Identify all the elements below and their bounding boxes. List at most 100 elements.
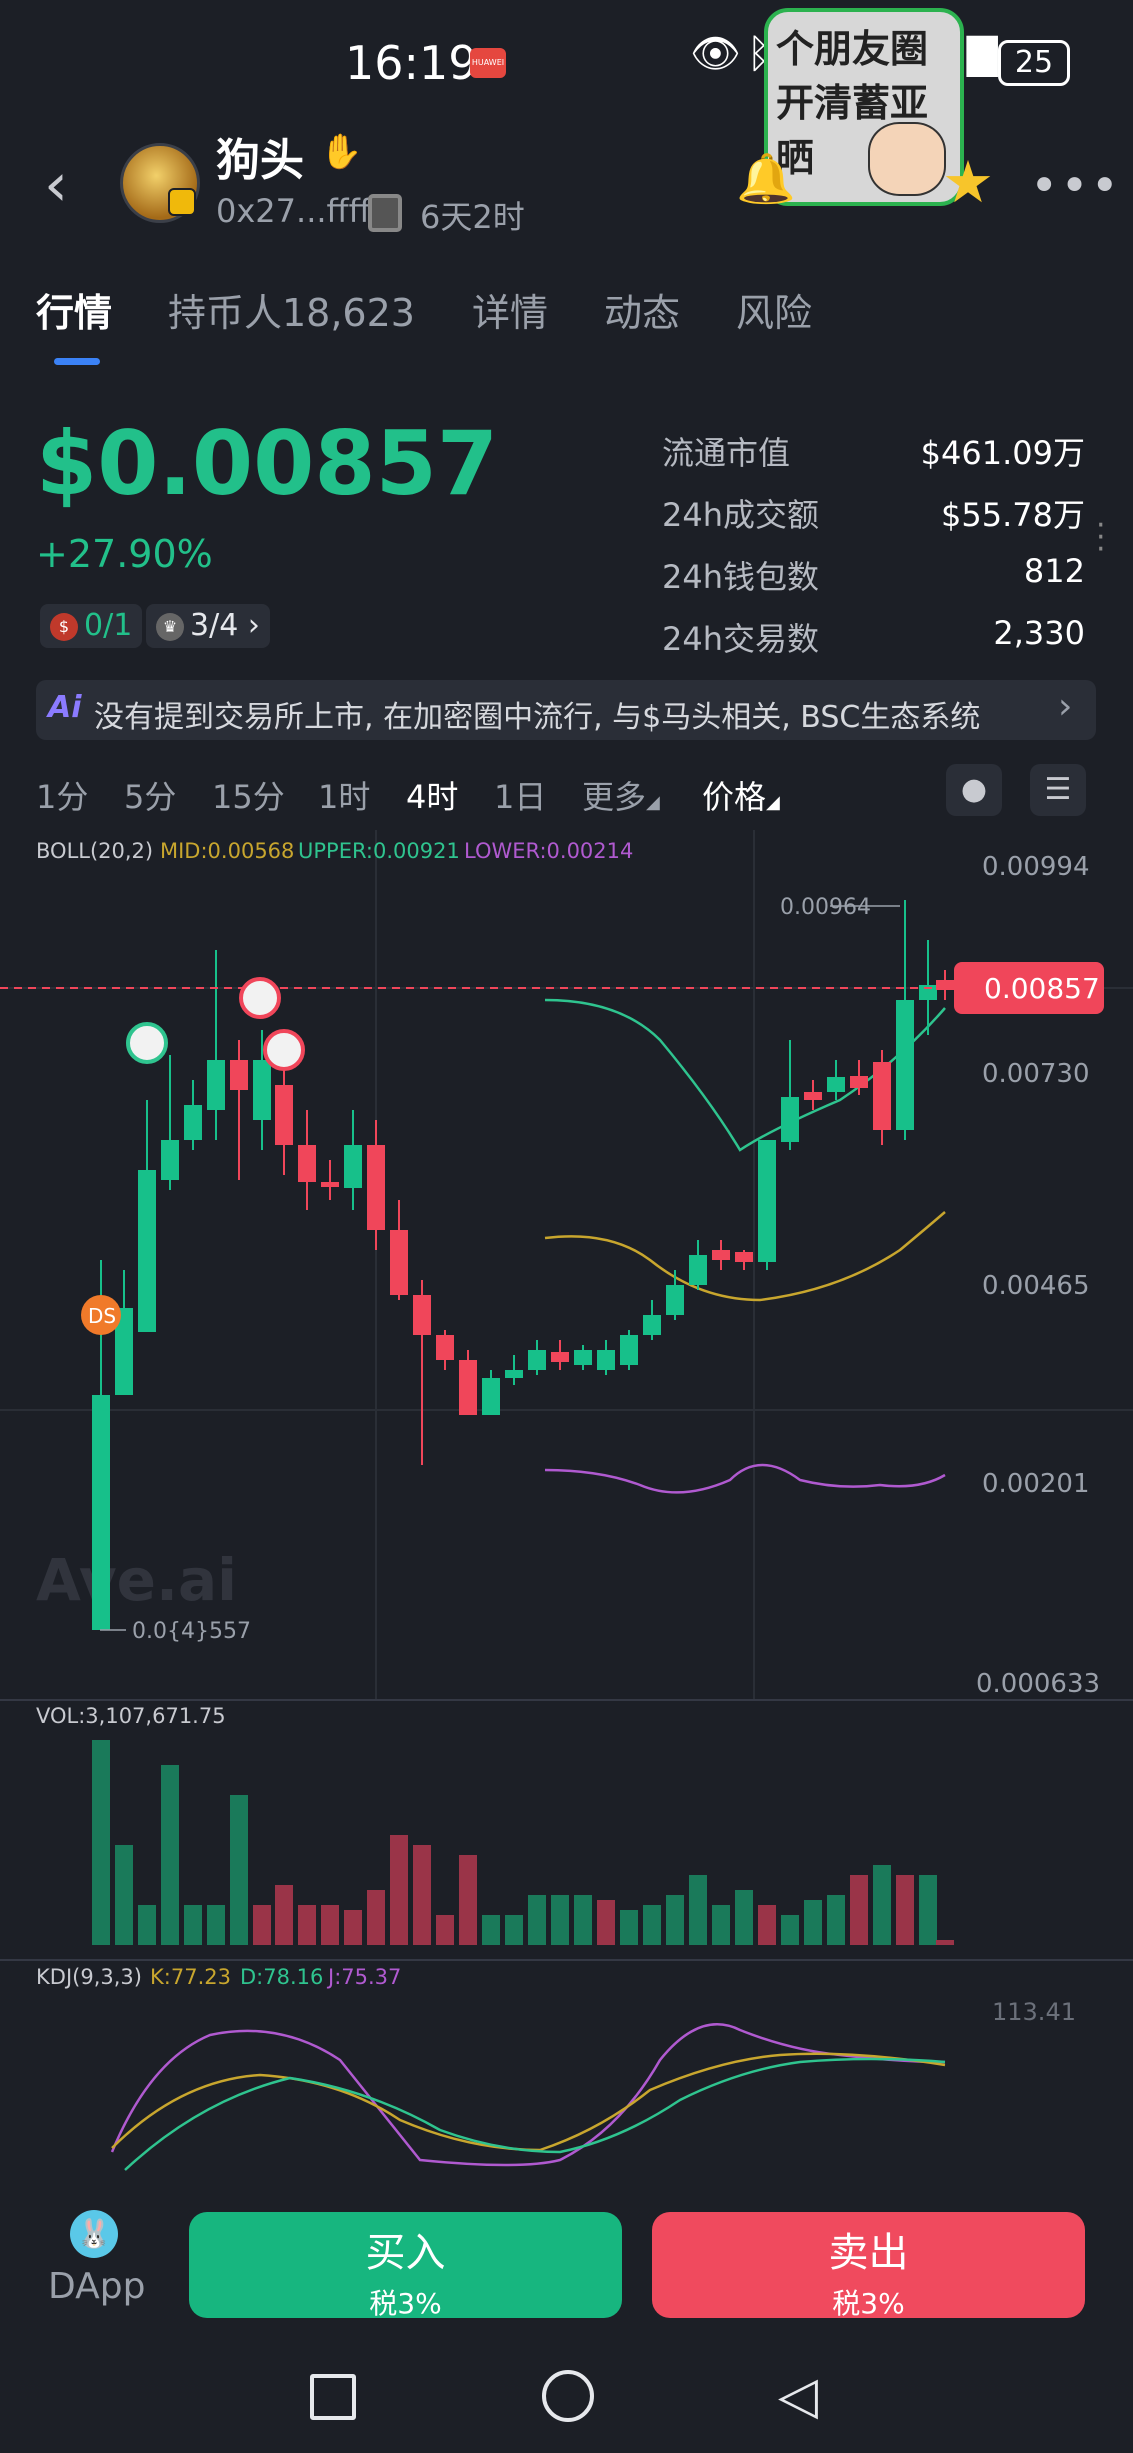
interval-4h[interactable]: 4时 (406, 772, 458, 818)
status-time: 16:19 (345, 36, 478, 90)
tax-pill-value: 0/1 (84, 608, 133, 643)
stat-value-trades: 2,330 (993, 614, 1085, 652)
volume-bar (207, 1905, 225, 1945)
current-price: $0.00857 (36, 412, 499, 515)
floating-window-line-1: 个朋友圈 (776, 27, 929, 71)
candle-body (184, 1105, 202, 1140)
volume-bar (574, 1895, 592, 1945)
boll-mid-label: MID:0.00568 (160, 839, 294, 863)
boll-lower-line (544, 1463, 946, 1494)
current-price-tag: 0.00857 (984, 972, 1100, 1005)
recent-apps-icon[interactable] (310, 2374, 356, 2420)
volume-bar (253, 1905, 271, 1945)
axis-label-4: 0.00201 (982, 1469, 1090, 1499)
price-mode-dropdown[interactable]: 价格◢ (702, 772, 780, 818)
buy-tax: 税3% (369, 2287, 442, 2320)
tab-details[interactable]: 详情 (472, 282, 548, 337)
ds-badge-label: DS (88, 1304, 116, 1328)
stat-value-volume: $55.78万 (941, 496, 1085, 534)
volume-bar (184, 1905, 202, 1945)
trader-marker-icon[interactable] (263, 1029, 305, 1071)
buy-button[interactable]: 买入 税3% (189, 2212, 622, 2320)
candle-body (574, 1350, 592, 1365)
candle-body (597, 1350, 615, 1370)
dapp-icon[interactable]: 🐰 (70, 2210, 118, 2258)
volume-bar (758, 1905, 776, 1945)
dapp-label[interactable]: DApp (48, 2266, 145, 2307)
chevron-right-icon: › (1058, 686, 1073, 727)
volume-bar (850, 1875, 868, 1945)
stat-value-wallets: 812 (1023, 552, 1085, 590)
volume-bar (321, 1905, 339, 1945)
token-name: 狗头 (216, 135, 304, 186)
kdj-j-label: J:75.37 (326, 1965, 401, 1989)
tab-activity[interactable]: 动态 (604, 282, 680, 337)
volume-bar (161, 1765, 179, 1945)
volume-bar (230, 1795, 248, 1945)
huawei-badge: HUAWEI (470, 48, 506, 78)
price-mode-label: 价格 (702, 778, 767, 816)
candle-body (275, 1085, 293, 1145)
volume-bar (689, 1875, 707, 1945)
copy-icon[interactable] (368, 194, 402, 232)
stat-label-wallets: 24h钱包数 (662, 558, 820, 596)
axis-label-5: 0.000633 (976, 1669, 1100, 1699)
dropdown-triangle-icon: ◢ (766, 792, 780, 813)
more-icon[interactable]: ••• (1030, 158, 1121, 214)
axis-label-3: 0.00465 (982, 1271, 1090, 1301)
volume-bar (735, 1890, 753, 1945)
indicator-toggle-button[interactable]: ● (946, 764, 1002, 816)
favorite-star-icon[interactable]: ★ (942, 148, 994, 216)
candle-body (390, 1230, 408, 1295)
token-age: 6天2时 (420, 198, 525, 236)
side-handle-icon[interactable]: · · · (1096, 511, 1106, 565)
crown-icon: ♛ (156, 612, 184, 641)
watermark: Ave.ai (36, 1546, 237, 1614)
tax-pill[interactable]: $0/1 (40, 604, 143, 648)
volume-bar (804, 1900, 822, 1945)
trader-marker-icon[interactable] (239, 977, 281, 1019)
tab-risk[interactable]: 风险 (736, 282, 812, 337)
axis-label-2: 0.00730 (982, 1059, 1090, 1089)
candlestick-chart[interactable]: BOLL(20,2) MID:0.00568 UPPER:0.00921 LOW… (0, 830, 1133, 2180)
circles-icon: ● (960, 772, 988, 807)
candle-body (758, 1140, 776, 1262)
tab-market[interactable]: 行情 (36, 282, 112, 337)
volume-bar (712, 1905, 730, 1945)
candle-body (551, 1352, 569, 1362)
interval-1d[interactable]: 1日 (494, 772, 546, 818)
interval-5m[interactable]: 5分 (124, 772, 176, 818)
volume-bar (436, 1915, 454, 1945)
bell-icon[interactable]: 🔔 (736, 150, 796, 207)
interval-15m[interactable]: 15分 (212, 772, 285, 818)
home-icon[interactable] (542, 2370, 594, 2422)
tab-holders[interactable]: 持币人18,623 (168, 282, 415, 337)
candle-body (298, 1145, 316, 1182)
volume-bar (298, 1905, 316, 1945)
kdj-k-line (111, 2052, 946, 2152)
interval-more-dropdown[interactable]: 更多◢ (582, 772, 660, 818)
candle-body (321, 1182, 339, 1187)
candle-body (712, 1250, 730, 1260)
ai-summary-text: 没有提到交易所上市, 在加密圈中流行, 与$马头相关, BSC生态系统 (94, 700, 981, 735)
volume-bar (597, 1900, 615, 1945)
interval-1m[interactable]: 1分 (36, 772, 88, 818)
sell-button[interactable]: 卖出 税3% (652, 2212, 1085, 2320)
interval-1h[interactable]: 1时 (318, 772, 370, 818)
volume-bar (827, 1895, 845, 1945)
back-icon[interactable]: ‹ (44, 150, 68, 220)
boll-label: BOLL(20,2) (36, 839, 153, 863)
nav-back-icon[interactable]: ◁ (778, 2366, 818, 2426)
trader-marker-icon[interactable] (126, 1022, 168, 1064)
chart-settings-button[interactable]: ☰ (1030, 764, 1086, 816)
candle-body (850, 1076, 868, 1088)
candle-body (459, 1360, 477, 1415)
volume-bar (275, 1885, 293, 1945)
volume-bars (92, 1740, 954, 1945)
volume-bar (482, 1915, 500, 1945)
volume-bar (528, 1895, 546, 1945)
top-holders-pill[interactable]: ♛ 3/4 › (146, 604, 270, 648)
volume-bar (344, 1910, 362, 1945)
sell-tax: 税3% (832, 2287, 905, 2320)
volume-bar (643, 1905, 661, 1945)
